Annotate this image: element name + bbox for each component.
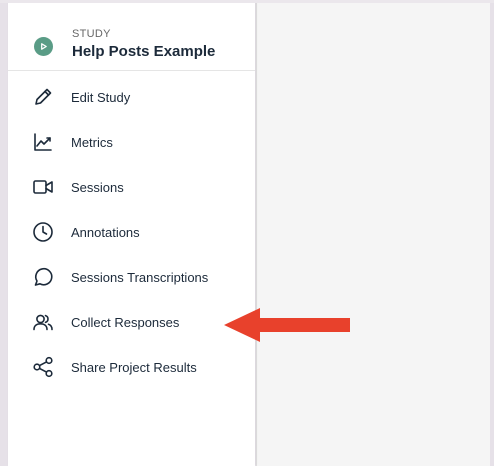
sidebar-item-label: Collect Responses: [71, 314, 180, 330]
sidebar-item-label: Metrics: [71, 134, 113, 150]
study-eyebrow: STUDY: [72, 28, 111, 40]
window-left-edge: [0, 0, 8, 466]
clock-icon: [32, 221, 54, 243]
sidebar-item-sessions-transcriptions[interactable]: Sessions Transcriptions: [8, 257, 255, 297]
users-icon: [32, 311, 54, 333]
sidebar-item-annotations[interactable]: Annotations: [8, 212, 255, 252]
pencil-icon: [32, 86, 54, 108]
video-camera-icon: [32, 176, 54, 198]
chart-icon: [32, 131, 54, 153]
share-icon: [32, 356, 54, 378]
annotation-arrow-icon: [224, 308, 350, 342]
sidebar-item-edit-study[interactable]: Edit Study: [8, 77, 255, 117]
sidebar-item-label: Sessions Transcriptions: [71, 269, 209, 285]
window-right-edge: [490, 0, 494, 466]
sidebar-item-collect-responses[interactable]: Collect Responses: [8, 302, 255, 342]
sidebar-item-label: Annotations: [71, 224, 140, 240]
study-sidebar: STUDY Help Posts Example Edit Study Metr…: [8, 0, 255, 466]
sidebar-item-label: Share Project Results: [71, 359, 197, 375]
sidebar-item-share-project-results[interactable]: Share Project Results: [8, 347, 255, 387]
speech-bubble-icon: [32, 266, 54, 288]
sidebar-item-sessions[interactable]: Sessions: [8, 167, 255, 207]
sidebar-item-label: Edit Study: [71, 89, 131, 105]
sidebar-item-metrics[interactable]: Metrics: [8, 122, 255, 162]
play-icon: [34, 37, 53, 56]
window-top-edge: [0, 0, 494, 3]
main-content-panel: [256, 0, 490, 466]
study-title[interactable]: Help Posts Example: [72, 43, 215, 60]
study-header: STUDY Help Posts Example: [8, 0, 255, 71]
sidebar-item-label: Sessions: [71, 179, 124, 195]
